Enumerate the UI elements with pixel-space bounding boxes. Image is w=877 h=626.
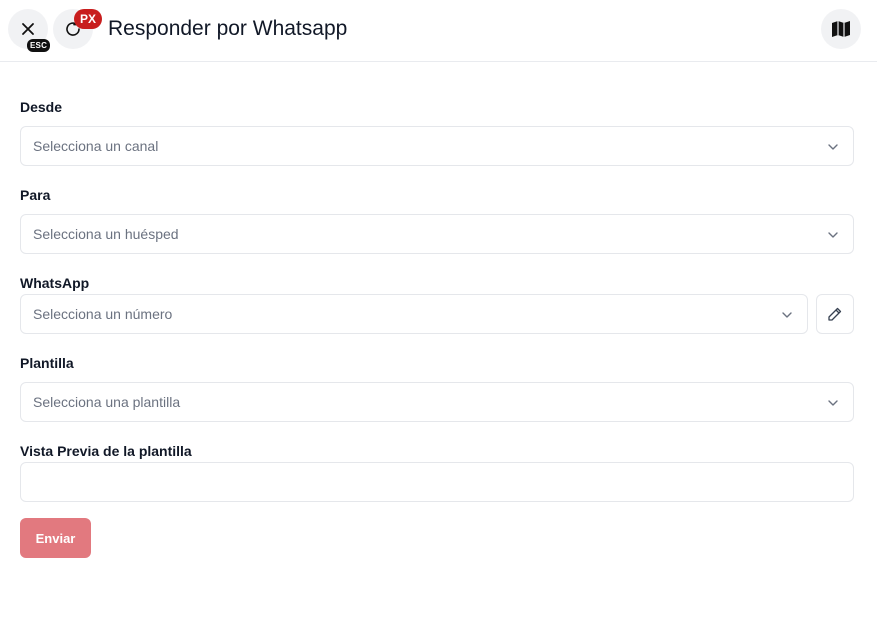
book-map-icon [832, 21, 850, 37]
chevron-down-icon [828, 232, 838, 238]
plantilla-select[interactable]: Selecciona una plantilla [20, 382, 854, 422]
desde-select[interactable]: Selecciona un canal [20, 126, 854, 166]
pencil-icon [828, 307, 842, 321]
para-placeholder: Selecciona un huésped [33, 226, 179, 242]
para-label: Para [20, 187, 51, 203]
edit-number-button[interactable] [816, 294, 854, 334]
px-badge: PX [74, 9, 102, 29]
esc-badge: ESC [27, 39, 51, 52]
whatsapp-select[interactable]: Selecciona un número [20, 294, 808, 334]
page-title: Responder por Whatsapp [108, 17, 348, 40]
close-icon [22, 23, 34, 35]
plantilla-label: Plantilla [20, 355, 74, 371]
desde-placeholder: Selecciona un canal [33, 138, 159, 154]
header: ESC PX Responder por Whatsapp [0, 0, 877, 62]
whatsapp-label: WhatsApp [20, 275, 90, 291]
plantilla-placeholder: Selecciona una plantilla [33, 394, 181, 410]
template-preview [20, 462, 854, 502]
send-button[interactable]: Enviar [20, 518, 91, 558]
guide-button[interactable] [821, 9, 861, 49]
desde-label: Desde [20, 99, 63, 115]
chevron-down-icon [828, 400, 838, 406]
preview-label: Vista Previa de la plantilla [20, 443, 192, 459]
chevron-down-icon [782, 312, 792, 318]
chevron-down-icon [828, 144, 838, 150]
para-select[interactable]: Selecciona un huésped [20, 214, 854, 254]
whatsapp-placeholder: Selecciona un número [33, 306, 173, 322]
